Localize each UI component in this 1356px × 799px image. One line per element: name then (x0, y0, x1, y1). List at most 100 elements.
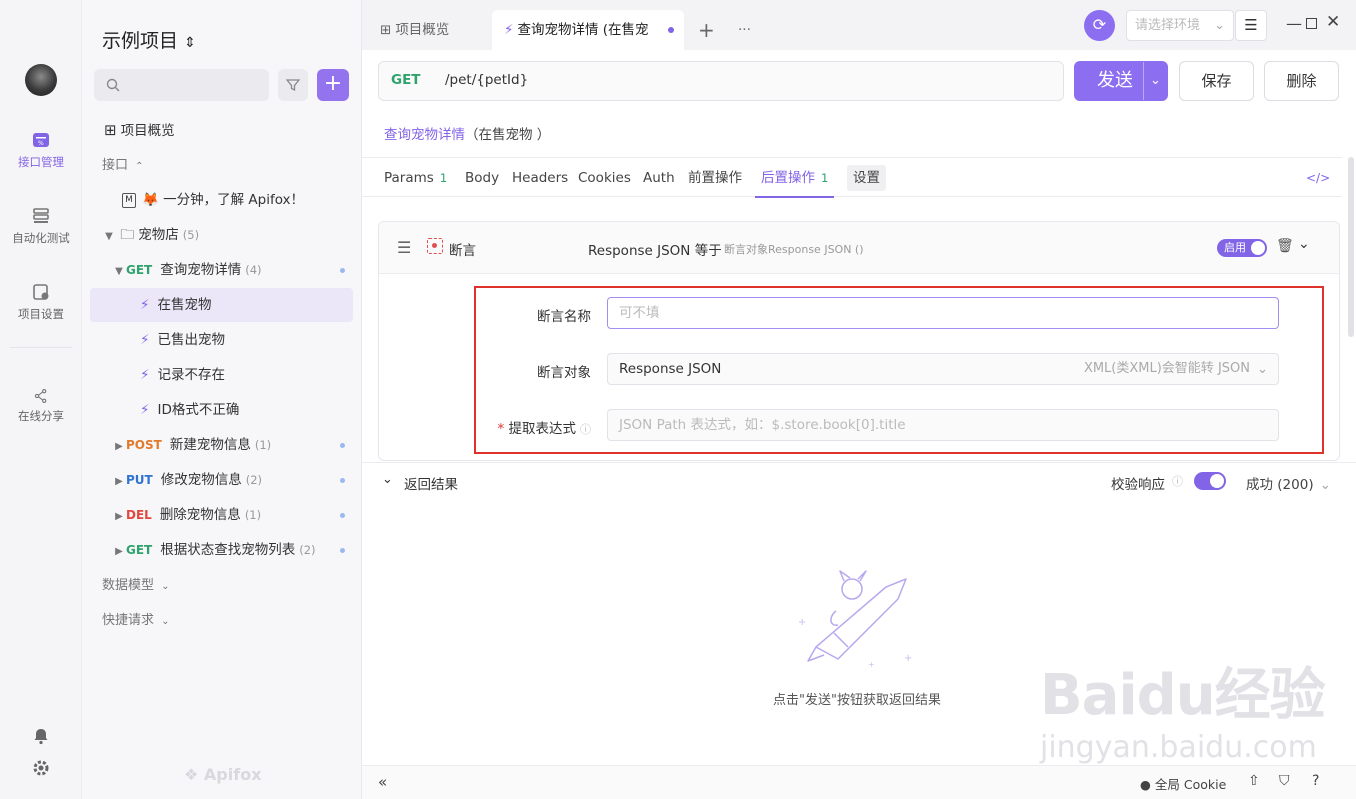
tab-label: 后置操作 (761, 170, 815, 186)
status-dot (340, 443, 345, 448)
tree-section-quick[interactable]: 快捷请求 ⌄ (90, 603, 353, 637)
tab-label: 查询宠物详情 (在售宠 (517, 22, 649, 38)
avatar[interactable] (25, 64, 57, 96)
tree-endpoint[interactable]: ▼ GET 查询宠物详情 (4) (90, 253, 353, 287)
folder-label: 宠物店 (138, 227, 179, 243)
more-tabs-button[interactable]: ··· (738, 10, 751, 50)
scrollbar[interactable] (1348, 157, 1354, 337)
tree-case[interactable]: ⚡ ID格式不正确 (90, 393, 353, 427)
upload-icon[interactable]: ⇧ (1248, 773, 1260, 789)
shirt-icon[interactable]: ⛉ (1279, 773, 1290, 789)
bell-icon[interactable] (32, 727, 50, 745)
enable-toggle[interactable]: 启用 (1217, 239, 1267, 257)
tab-active-request[interactable]: ⚡ 查询宠物详情 (在售宠 (492, 10, 684, 50)
global-cookie-button[interactable]: ● 全局 Cookie (1140, 774, 1226, 793)
environment-select[interactable]: 请选择环境 ⌄ (1126, 10, 1234, 41)
tree-endpoint[interactable]: ▶ DEL 删除宠物信息 (1) (90, 498, 353, 532)
drag-handle-icon[interactable]: ☰ (397, 238, 411, 257)
save-button[interactable]: 保存 (1179, 61, 1254, 101)
tab-body[interactable]: Body (465, 158, 499, 198)
tab-settings[interactable]: 设置 (847, 165, 886, 191)
svg-text:+: + (868, 660, 875, 669)
tree-case[interactable]: ⚡ 在售宠物 (90, 288, 353, 322)
case-icon: ⚡ (140, 297, 150, 313)
endpoint-count: (4) (245, 263, 262, 277)
project-switcher[interactable]: 示例项目 ⇕ (102, 26, 196, 53)
tab-label: 项目概览 (395, 22, 450, 38)
tab-auth[interactable]: Auth (643, 158, 675, 198)
send-button[interactable]: 发送 ⌄ (1074, 61, 1168, 101)
tab-label: Cookies (578, 170, 631, 186)
caret-right-icon: ▶ (115, 441, 123, 452)
tab-label: Headers (512, 170, 569, 186)
tab-headers[interactable]: Headers (512, 158, 568, 198)
gear-icon[interactable] (32, 759, 50, 777)
svg-text:+: + (904, 653, 912, 664)
filter-button[interactable] (278, 69, 308, 101)
caret-right-icon: ▶ (115, 511, 123, 522)
endpoint-count: (1) (244, 508, 262, 522)
automation-test-icon (33, 208, 49, 223)
chevron-down-icon: ⌄ (1256, 361, 1268, 377)
minimize-icon[interactable]: — (1286, 14, 1302, 33)
project-settings-icon (33, 284, 49, 300)
overview-label: 项目概览 (120, 123, 175, 139)
code-icon[interactable]: </> (1306, 158, 1330, 198)
validate-toggle[interactable] (1194, 472, 1226, 490)
chevron-up-icon: ⌃ (135, 161, 144, 172)
assertion-name-input[interactable]: 可不填 (607, 297, 1279, 329)
chevron-down-icon[interactable]: ⌄ (1298, 236, 1310, 252)
rail-item-project-settings[interactable]: 项目设置 (0, 282, 82, 322)
tab-params[interactable]: Params 1 (384, 158, 447, 198)
status-select[interactable]: 成功 (200) ⌄ (1246, 473, 1331, 493)
delete-button[interactable]: 删除 (1264, 61, 1339, 101)
section-label: 数据模型 (102, 578, 155, 593)
maximize-icon[interactable] (1306, 18, 1317, 29)
method-label: GET (391, 72, 421, 88)
help-icon[interactable]: ⓘ (1172, 473, 1183, 489)
env-menu-icon[interactable]: ☰ (1235, 10, 1267, 41)
tree-case[interactable]: ⚡ 已售出宠物 (90, 323, 353, 357)
tree-endpoint[interactable]: ▶ GET 根据状态查找宠物列表 (2) (90, 533, 353, 567)
tree-item-overview[interactable]: ⊞ 项目概览 (90, 113, 353, 147)
endpoint-label: 新建宠物信息 (169, 437, 251, 453)
method-badge: DEL (126, 508, 152, 522)
help-icon[interactable]: ? (1312, 773, 1319, 789)
tab-overview[interactable]: ⊞ 项目概览 (380, 10, 449, 50)
chevron-down-icon[interactable]: ⌄ (1143, 62, 1167, 100)
refresh-icon[interactable]: ⟳ (1084, 10, 1115, 41)
tree-section-models[interactable]: 数据模型 ⌄ (90, 568, 353, 602)
tree-case[interactable]: ⚡ 记录不存在 (90, 358, 353, 392)
label-text: 断言名称 (537, 309, 591, 325)
tab-pre-processors[interactable]: 前置操作 (688, 158, 742, 198)
empty-rocket-illustration: + + + (798, 570, 912, 669)
collapse-icon[interactable]: « (378, 773, 387, 791)
tree-section-api[interactable]: 接口 ⌃ (90, 148, 353, 182)
rail-item-share[interactable]: 在线分享 (0, 388, 82, 424)
tree-endpoint[interactable]: ▶ PUT 修改宠物信息 (2) (90, 463, 353, 497)
url-bar[interactable]: GET /pet/{petId} (378, 61, 1064, 101)
chevron-down-icon[interactable]: ⌄ (382, 472, 393, 487)
tree-folder-petstore[interactable]: ▼ 🗀 宠物店 (5) (90, 218, 353, 252)
required-marker: * (497, 421, 509, 437)
svg-text:+: + (798, 617, 806, 628)
trash-icon[interactable]: 🗑 (1276, 238, 1294, 254)
endpoint-count: (2) (245, 473, 263, 487)
apifox-logo-mark: ❖ (184, 765, 204, 784)
add-button[interactable]: + (317, 69, 349, 101)
tab-cookies[interactable]: Cookies (578, 158, 631, 198)
tree-item-intro-doc[interactable]: M 🦊 一分钟，了解 Apifox！ (90, 183, 353, 217)
extract-expression-input[interactable]: JSON Path 表达式，如：$.store.book[0].title (607, 409, 1279, 441)
case-icon: ⚡ (140, 402, 150, 418)
tree-endpoint[interactable]: ▶ POST 新建宠物信息 (1) (90, 428, 353, 462)
breadcrumb-link[interactable]: 查询宠物详情 (384, 127, 465, 143)
tab-post-processors[interactable]: 后置操作 1 (755, 158, 835, 198)
help-icon[interactable]: ⓘ (580, 423, 591, 436)
assertion-header[interactable]: ☰ 断言 Response JSON 等于 断言对象Response JSON … (379, 222, 1339, 274)
tree-search-input[interactable] (94, 69, 269, 101)
new-tab-button[interactable]: + (698, 10, 715, 50)
rail-item-automation-test[interactable]: 自动化测试 (0, 206, 82, 246)
assertion-target-select[interactable]: Response JSON XML(类XML)会智能转 JSON ⌄ (607, 353, 1279, 385)
close-icon[interactable]: ✕ (1326, 12, 1340, 32)
rail-item-api-management[interactable]: % 接口管理 (0, 130, 82, 170)
